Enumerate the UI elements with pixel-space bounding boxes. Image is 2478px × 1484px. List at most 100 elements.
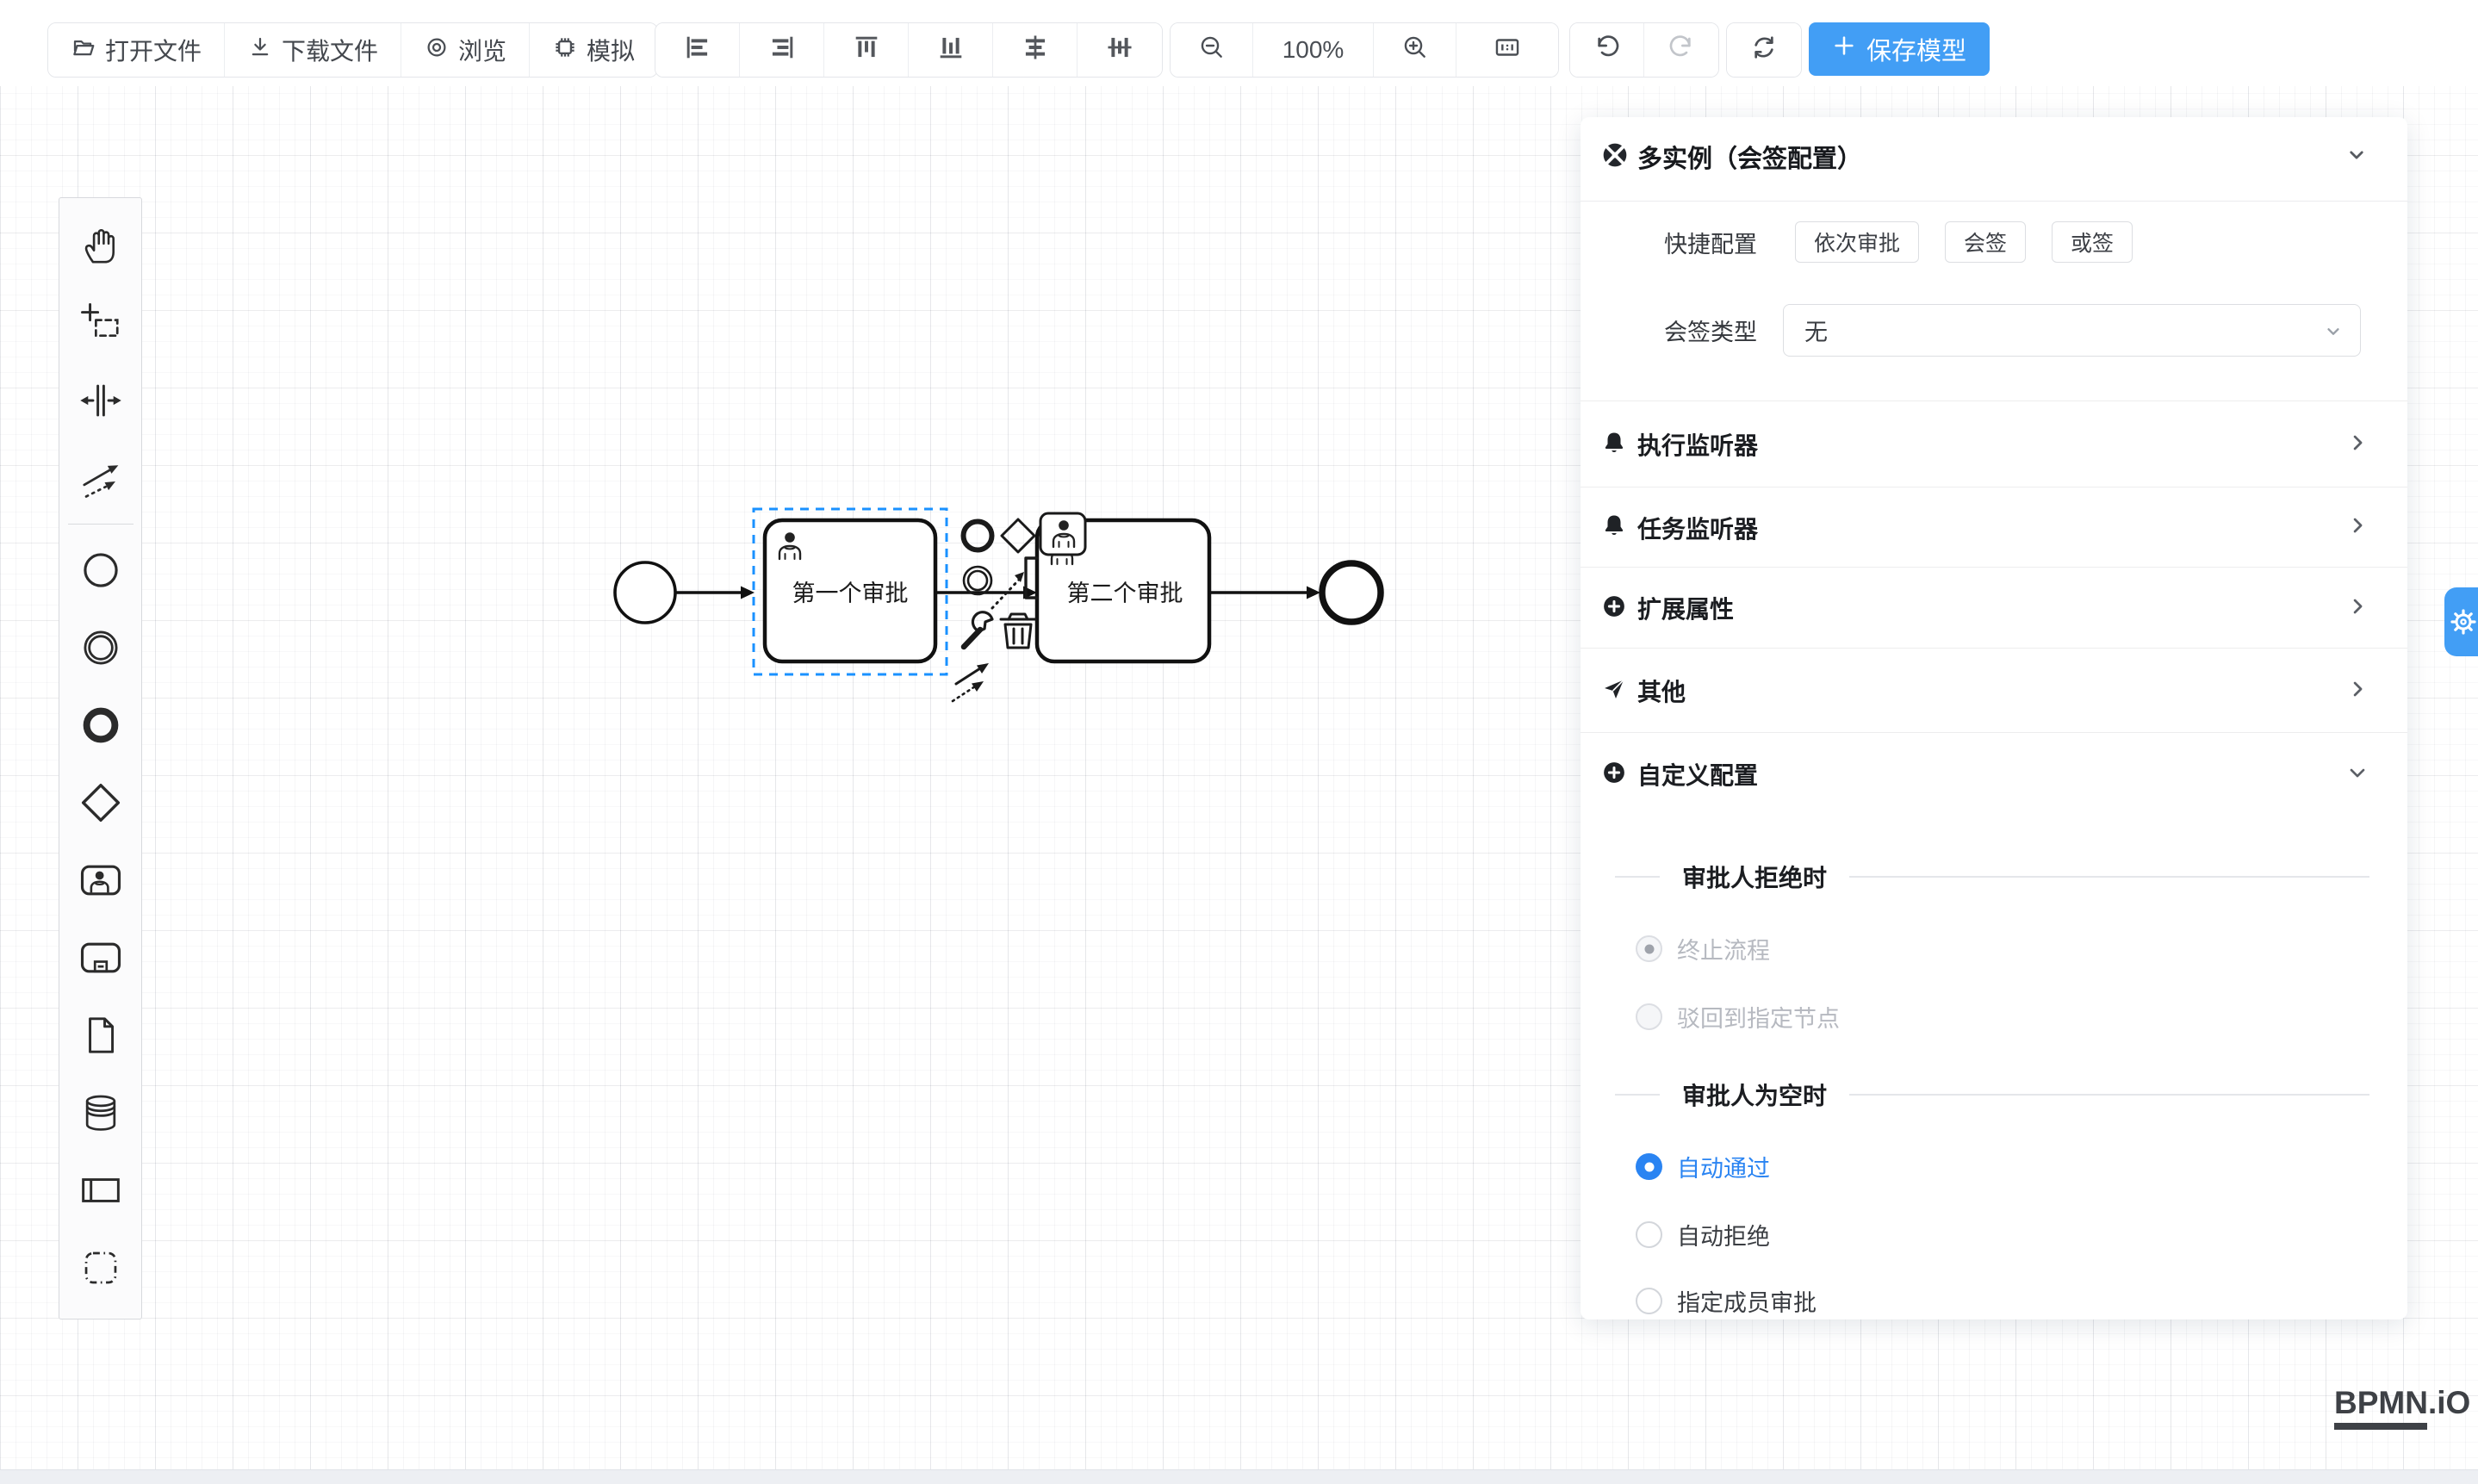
chevron-right-icon	[2345, 677, 2369, 705]
radio-auto-pass[interactable]: 自动通过	[1636, 1150, 1770, 1183]
task-label: 第一个审批	[792, 581, 909, 606]
redo-button[interactable]	[1644, 23, 1718, 77]
zoom-in-button[interactable]	[1374, 23, 1456, 77]
multi-instance-header[interactable]: 多实例（会签配置）	[1581, 133, 2407, 181]
section-custom-config[interactable]: 自定义配置	[1581, 732, 2407, 816]
sequence-flow-3[interactable]	[1209, 587, 1320, 599]
divider	[1615, 876, 1660, 878]
radio-icon	[1636, 1288, 1662, 1314]
empty-group-title: 审批人为空时	[1682, 1077, 1827, 1112]
reject-group-header: 审批人拒绝时	[1615, 860, 2369, 894]
hand-tool[interactable]	[62, 207, 140, 284]
gear-icon	[2449, 607, 2478, 636]
radio-auto-reject[interactable]: 自动拒绝	[1636, 1218, 1770, 1251]
undo-button[interactable]	[1570, 23, 1644, 77]
open-file-label: 打开文件	[105, 33, 202, 67]
create-end-event[interactable]	[62, 686, 140, 764]
align-left-button[interactable]	[655, 23, 740, 77]
create-data-store[interactable]	[62, 1074, 140, 1152]
create-data-object[interactable]	[62, 997, 140, 1074]
zoom-reset-icon	[1493, 33, 1522, 68]
radio-icon	[1636, 1003, 1662, 1030]
save-model-label: 保存模型	[1866, 31, 1966, 67]
send-icon	[1601, 676, 1627, 706]
palette	[59, 197, 142, 1319]
radio-return-to-node[interactable]: 驳回到指定节点	[1636, 1000, 1840, 1034]
section-label: 其他	[1637, 674, 1686, 708]
logo-underline	[2334, 1423, 2427, 1430]
sequence-flow-1[interactable]	[676, 587, 755, 599]
align-right-icon	[768, 34, 796, 67]
lasso-tool[interactable]	[62, 284, 140, 362]
zoom-reset-button[interactable]	[1456, 23, 1558, 77]
preview-button[interactable]: 浏览	[401, 23, 530, 77]
quick-option-sequential[interactable]: 依次审批	[1795, 221, 1919, 263]
align-right-button[interactable]	[740, 23, 824, 77]
append-end-event-icon[interactable]	[964, 522, 992, 550]
create-participant[interactable]	[62, 1152, 140, 1229]
logo-text: BPMN.iO	[2334, 1385, 2470, 1421]
save-model-button[interactable]: 保存模型	[1809, 22, 1990, 76]
space-tool[interactable]	[62, 362, 140, 439]
open-file-button[interactable]: 打开文件	[48, 23, 225, 77]
simulate-button[interactable]: 模拟	[530, 23, 657, 77]
radio-terminate-process[interactable]: 终止流程	[1636, 932, 1770, 966]
section-other[interactable]: 其他	[1581, 648, 2407, 733]
refresh-button[interactable]	[1727, 23, 1801, 77]
section-task-listener[interactable]: 任务监听器	[1581, 487, 2407, 568]
section-extended-properties[interactable]: 扩展属性	[1581, 567, 2407, 649]
undo-icon	[1593, 34, 1621, 67]
radio-label: 自动拒绝	[1677, 1218, 1770, 1251]
global-connect-tool[interactable]	[62, 439, 140, 517]
radio-assign-member[interactable]: 指定成员审批	[1636, 1284, 1817, 1318]
create-intermediate-event[interactable]	[62, 609, 140, 686]
bpmn-io-logo[interactable]: BPMN.iO	[2334, 1385, 2470, 1430]
section-execution-listener[interactable]: 执行监听器	[1581, 400, 2407, 487]
eye-icon	[424, 34, 450, 66]
settings-tab[interactable]	[2444, 587, 2478, 656]
end-event[interactable]	[1322, 563, 1381, 622]
bell-icon	[1601, 430, 1627, 460]
trash-icon[interactable]	[1001, 614, 1035, 648]
connect-tool-icon[interactable]	[953, 663, 989, 701]
radio-icon	[1636, 935, 1662, 962]
radio-label: 自动通过	[1677, 1150, 1770, 1183]
quick-option-countersign[interactable]: 会签	[1945, 221, 2026, 263]
chip-icon	[552, 34, 578, 66]
download-file-button[interactable]: 下载文件	[225, 23, 401, 77]
task-first-approval[interactable]: 第一个审批	[765, 520, 935, 661]
radio-label: 驳回到指定节点	[1677, 1000, 1840, 1034]
refresh-icon	[1750, 34, 1778, 67]
bell-icon	[1601, 512, 1627, 543]
zoom-level-button[interactable]: 100%	[1253, 23, 1374, 77]
download-icon	[247, 34, 273, 66]
chevron-right-icon	[2345, 513, 2369, 542]
create-gateway[interactable]	[62, 764, 140, 841]
wrench-icon[interactable]	[964, 612, 992, 647]
zoom-out-icon	[1198, 34, 1226, 67]
redo-icon	[1668, 34, 1695, 67]
task-label: 第二个审批	[1067, 581, 1183, 606]
preview-label: 浏览	[458, 33, 506, 67]
create-call-activity[interactable]	[62, 919, 140, 997]
align-center-vertical-button[interactable]	[1078, 23, 1162, 77]
align-bottom-button[interactable]	[909, 23, 993, 77]
create-user-task[interactable]	[62, 841, 140, 919]
refresh-button-group	[1726, 22, 1802, 78]
quick-option-orsign[interactable]: 或签	[2052, 221, 2133, 263]
create-start-event[interactable]	[62, 531, 140, 609]
append-gateway-icon[interactable]	[1002, 519, 1034, 552]
align-center-horizontal-button[interactable]	[993, 23, 1078, 77]
bottom-strip	[0, 1469, 2478, 1484]
align-top-icon	[853, 34, 880, 67]
append-intermediate-event-icon[interactable]	[964, 567, 991, 594]
toolbar: 打开文件 下载文件 浏览	[0, 0, 2478, 86]
align-top-button[interactable]	[824, 23, 909, 77]
radio-icon	[1636, 1153, 1662, 1180]
chevron-right-icon	[2345, 431, 2369, 459]
append-user-task-icon[interactable]	[1040, 513, 1085, 555]
zoom-out-button[interactable]	[1171, 23, 1253, 77]
start-event[interactable]	[615, 562, 675, 623]
countersign-type-select[interactable]: 无	[1783, 304, 2361, 357]
create-group[interactable]	[62, 1229, 140, 1307]
